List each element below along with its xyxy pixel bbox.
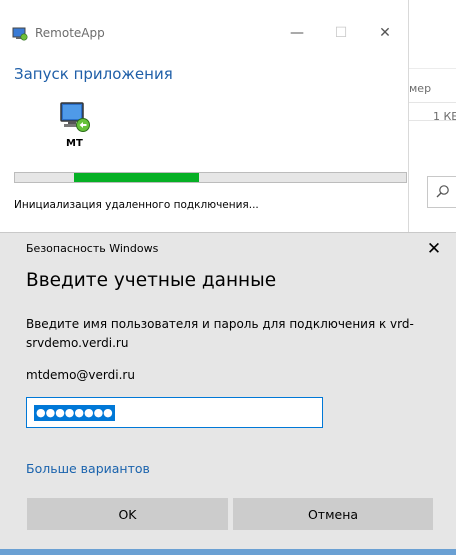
status-text: Инициализация удаленного подключения...	[14, 199, 259, 211]
close-icon[interactable]: ✕	[420, 237, 448, 261]
username-label: mtdemo@verdi.ru	[26, 368, 135, 382]
minimize-button[interactable]: —	[282, 22, 312, 44]
dialog-title: Безопасность Windows	[26, 242, 159, 255]
dialog-description: Введите имя пользователя и пароль для по…	[26, 317, 414, 350]
progress-fill	[73, 173, 199, 182]
page-title: Запуск приложения	[14, 65, 173, 83]
cancel-button[interactable]: Отмена	[233, 498, 433, 530]
divider	[409, 120, 456, 121]
windows-security-dialog: Безопасность Windows ✕ Введите учетные д…	[0, 232, 456, 555]
connection-progress-bar	[14, 172, 407, 183]
ok-button[interactable]: OK	[27, 498, 228, 530]
background-column-header: мер	[409, 82, 432, 95]
background-window: мер 1 КБ	[408, 0, 456, 232]
maximize-button[interactable]: ☐	[326, 22, 356, 44]
dialog-bottom-border	[0, 549, 456, 555]
password-input[interactable]: ●●●●●●●●	[26, 397, 323, 428]
app-name: MT	[66, 138, 83, 149]
remoteapp-window: RemoteApp — ☐ ✕ Запуск приложения MT Ини…	[0, 0, 409, 232]
divider	[409, 102, 456, 103]
dialog-heading: Введите учетные данные	[26, 270, 277, 291]
more-options-link[interactable]: Больше вариантов	[26, 461, 150, 477]
background-search-box[interactable]	[427, 176, 456, 208]
search-icon	[436, 185, 449, 198]
background-window-toolbar	[409, 0, 456, 69]
password-selected-text: ●●●●●●●●	[34, 405, 115, 421]
background-file-size: 1 КБ	[433, 110, 456, 123]
remoteapp-icon	[12, 26, 28, 45]
window-title: RemoteApp	[35, 26, 105, 40]
remote-desktop-monitor-icon	[58, 101, 92, 139]
close-button[interactable]: ✕	[370, 22, 400, 44]
